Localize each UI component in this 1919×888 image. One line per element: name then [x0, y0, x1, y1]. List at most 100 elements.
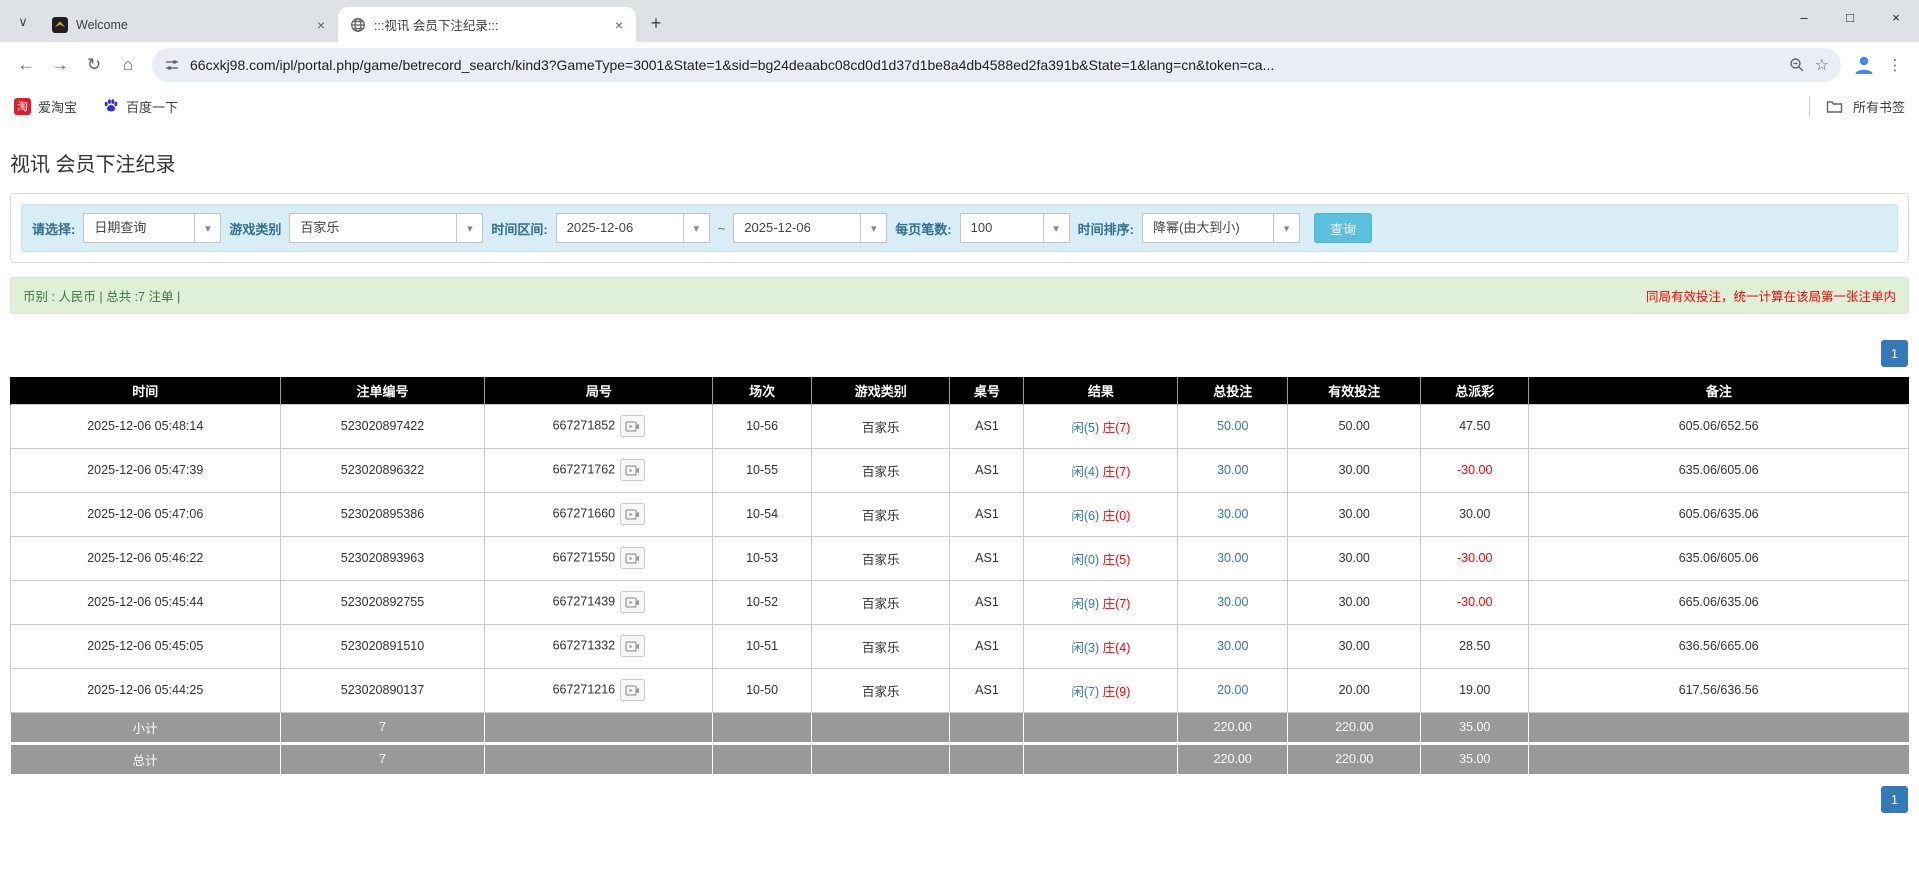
cell-game-type: 百家乐	[810, 535, 951, 581]
cell-round-id: 667271439	[484, 579, 714, 625]
bookmarks-bar: 淘 爱淘宝 百度一下 所有书签	[0, 88, 1919, 124]
cell-table-no: AS1	[949, 535, 1025, 581]
result-player: 闲(4)	[1071, 464, 1100, 479]
range-separator: ~	[717, 220, 726, 236]
back-icon[interactable]: ←	[10, 49, 42, 81]
result-player: 闲(7)	[1071, 684, 1100, 699]
page-number-button[interactable]: 1	[1881, 340, 1908, 367]
tab-welcome[interactable]: Welcome ×	[40, 7, 338, 42]
total-bet-link[interactable]: 30.00	[1217, 551, 1248, 565]
replay-icon[interactable]	[620, 459, 646, 481]
table-row: 2025-12-06 05:45:05 523020891510 6672713…	[10, 623, 1909, 669]
subtotal-valid-bet: 220.00	[1287, 712, 1421, 745]
total-bet-link[interactable]: 50.00	[1217, 419, 1248, 433]
column-header-result: 结果	[1023, 377, 1178, 404]
sort-label: 时间排序:	[1077, 221, 1134, 237]
result-player: 闲(0)	[1071, 552, 1100, 567]
game-type-select[interactable]: 百家乐 ▾	[289, 213, 484, 243]
site-info-icon[interactable]	[164, 57, 180, 73]
cell-total-bet: 30.00	[1177, 579, 1289, 625]
time-range-label: 时间区间:	[491, 221, 548, 237]
result-banker: 庄(7)	[1102, 596, 1131, 611]
replay-icon[interactable]	[620, 591, 646, 613]
forward-icon[interactable]: →	[44, 49, 76, 81]
cell-note: 635.06/605.06	[1528, 535, 1909, 581]
date-from-select[interactable]: 2025-12-06 ▾	[555, 213, 710, 243]
chevron-down-icon[interactable]: ▾	[1043, 213, 1070, 243]
round-id-text: 667271660	[552, 506, 616, 521]
page-size-select[interactable]: 100 ▾	[959, 213, 1070, 243]
column-header-table: 桌号	[949, 377, 1024, 404]
date-from-value: 2025-12-06	[555, 213, 684, 243]
cell-game-type: 百家乐	[810, 623, 951, 669]
sort-select[interactable]: 降幂(由大到小) ▾	[1141, 213, 1300, 243]
total-bet-link[interactable]: 30.00	[1217, 507, 1248, 521]
maximize-icon[interactable]: □	[1827, 0, 1873, 34]
table-header-row: 时间 注单编号 局号 场次 游戏类别 桌号 结果 总投注 有效投注 总派彩 备注	[10, 377, 1909, 404]
bookmark-label: 百度一下	[126, 99, 179, 115]
round-id-text: 667271332	[552, 638, 616, 653]
total-bet-link[interactable]: 30.00	[1217, 463, 1248, 477]
result-banker: 庄(4)	[1102, 640, 1131, 655]
date-to-select[interactable]: 2025-12-06 ▾	[733, 213, 888, 243]
bookmark-taobao[interactable]: 淘 爱淘宝	[14, 97, 77, 116]
column-header-valid-bet: 有效投注	[1287, 377, 1421, 404]
query-type-value: 日期查询	[83, 213, 196, 243]
replay-icon[interactable]	[620, 547, 646, 569]
cell-table-no: AS1	[949, 491, 1025, 537]
close-window-icon[interactable]: ×	[1873, 0, 1919, 34]
subtotal-row: 小计 7 220.00 220.00 35.00	[10, 712, 1909, 745]
cell-result: 闲(6) 庄(0)	[1023, 491, 1179, 537]
url-bar[interactable]: 66cxkj98.com/ipl/portal.php/game/betreco…	[152, 48, 1841, 82]
search-button[interactable]: 查询	[1313, 213, 1372, 243]
bookmark-star-icon[interactable]: ☆	[1815, 55, 1829, 75]
reload-icon[interactable]: ↻	[78, 49, 110, 81]
round-id-text: 667271550	[552, 550, 616, 565]
replay-icon[interactable]	[620, 503, 646, 525]
column-header-total-bet: 总投注	[1177, 377, 1288, 404]
tab-title: :::视讯 会员下注纪录:::	[374, 19, 499, 33]
page-number-button[interactable]: 1	[1881, 786, 1908, 813]
cell-total-bet: 30.00	[1177, 623, 1289, 669]
cell-valid-bet: 30.00	[1287, 579, 1422, 625]
close-icon[interactable]: ×	[610, 16, 628, 34]
chevron-down-icon[interactable]: ▾	[683, 213, 710, 243]
page-size-label: 每页笔数:	[895, 221, 952, 237]
bookmark-baidu[interactable]: 百度一下	[103, 97, 178, 116]
chevron-down-icon[interactable]: ▾	[195, 213, 222, 243]
menu-icon[interactable]: ⋮	[1881, 51, 1909, 79]
minimize-icon[interactable]: –	[1781, 0, 1827, 34]
cell-table-no: AS1	[949, 403, 1025, 449]
tab-betrecord[interactable]: :::视讯 会员下注纪录::: ×	[338, 7, 636, 42]
total-bet-link[interactable]: 20.00	[1217, 683, 1248, 697]
total-label: 总计	[10, 743, 281, 774]
cell-session: 10-53	[712, 535, 812, 581]
cell-result: 闲(7) 庄(9)	[1023, 667, 1179, 713]
home-icon[interactable]: ⌂	[112, 49, 144, 81]
chevron-down-icon[interactable]: ▾	[861, 213, 888, 243]
chevron-down-icon[interactable]: ∨	[10, 9, 36, 35]
all-bookmarks-button[interactable]: 所有书签	[1853, 97, 1905, 116]
table-row: 2025-12-06 05:48:14 523020897422 6672718…	[10, 403, 1909, 449]
cell-result: 闲(5) 庄(7)	[1023, 403, 1179, 449]
zoom-icon[interactable]	[1789, 57, 1805, 73]
cell-valid-bet: 30.00	[1287, 447, 1422, 493]
cell-round-id: 667271332	[484, 623, 714, 669]
column-header-note: 备注	[1528, 377, 1909, 404]
result-player: 闲(5)	[1071, 420, 1100, 435]
replay-icon[interactable]	[620, 635, 646, 657]
replay-icon[interactable]	[620, 679, 646, 701]
replay-icon[interactable]	[620, 415, 646, 437]
profile-avatar[interactable]	[1849, 50, 1879, 80]
close-icon[interactable]: ×	[312, 16, 330, 34]
new-tab-icon[interactable]: +	[642, 9, 670, 37]
total-bet-link[interactable]: 30.00	[1217, 595, 1248, 609]
result-banker: 庄(0)	[1102, 508, 1131, 523]
query-type-select[interactable]: 日期查询 ▾	[83, 213, 222, 243]
chevron-down-icon[interactable]: ▾	[1273, 213, 1300, 243]
subtotal-total-bet: 220.00	[1177, 712, 1288, 745]
chevron-down-icon[interactable]: ▾	[457, 213, 484, 243]
cell-session: 10-50	[712, 667, 812, 713]
total-bet-link[interactable]: 30.00	[1217, 639, 1248, 653]
cell-note: 636.56/665.06	[1528, 623, 1909, 669]
